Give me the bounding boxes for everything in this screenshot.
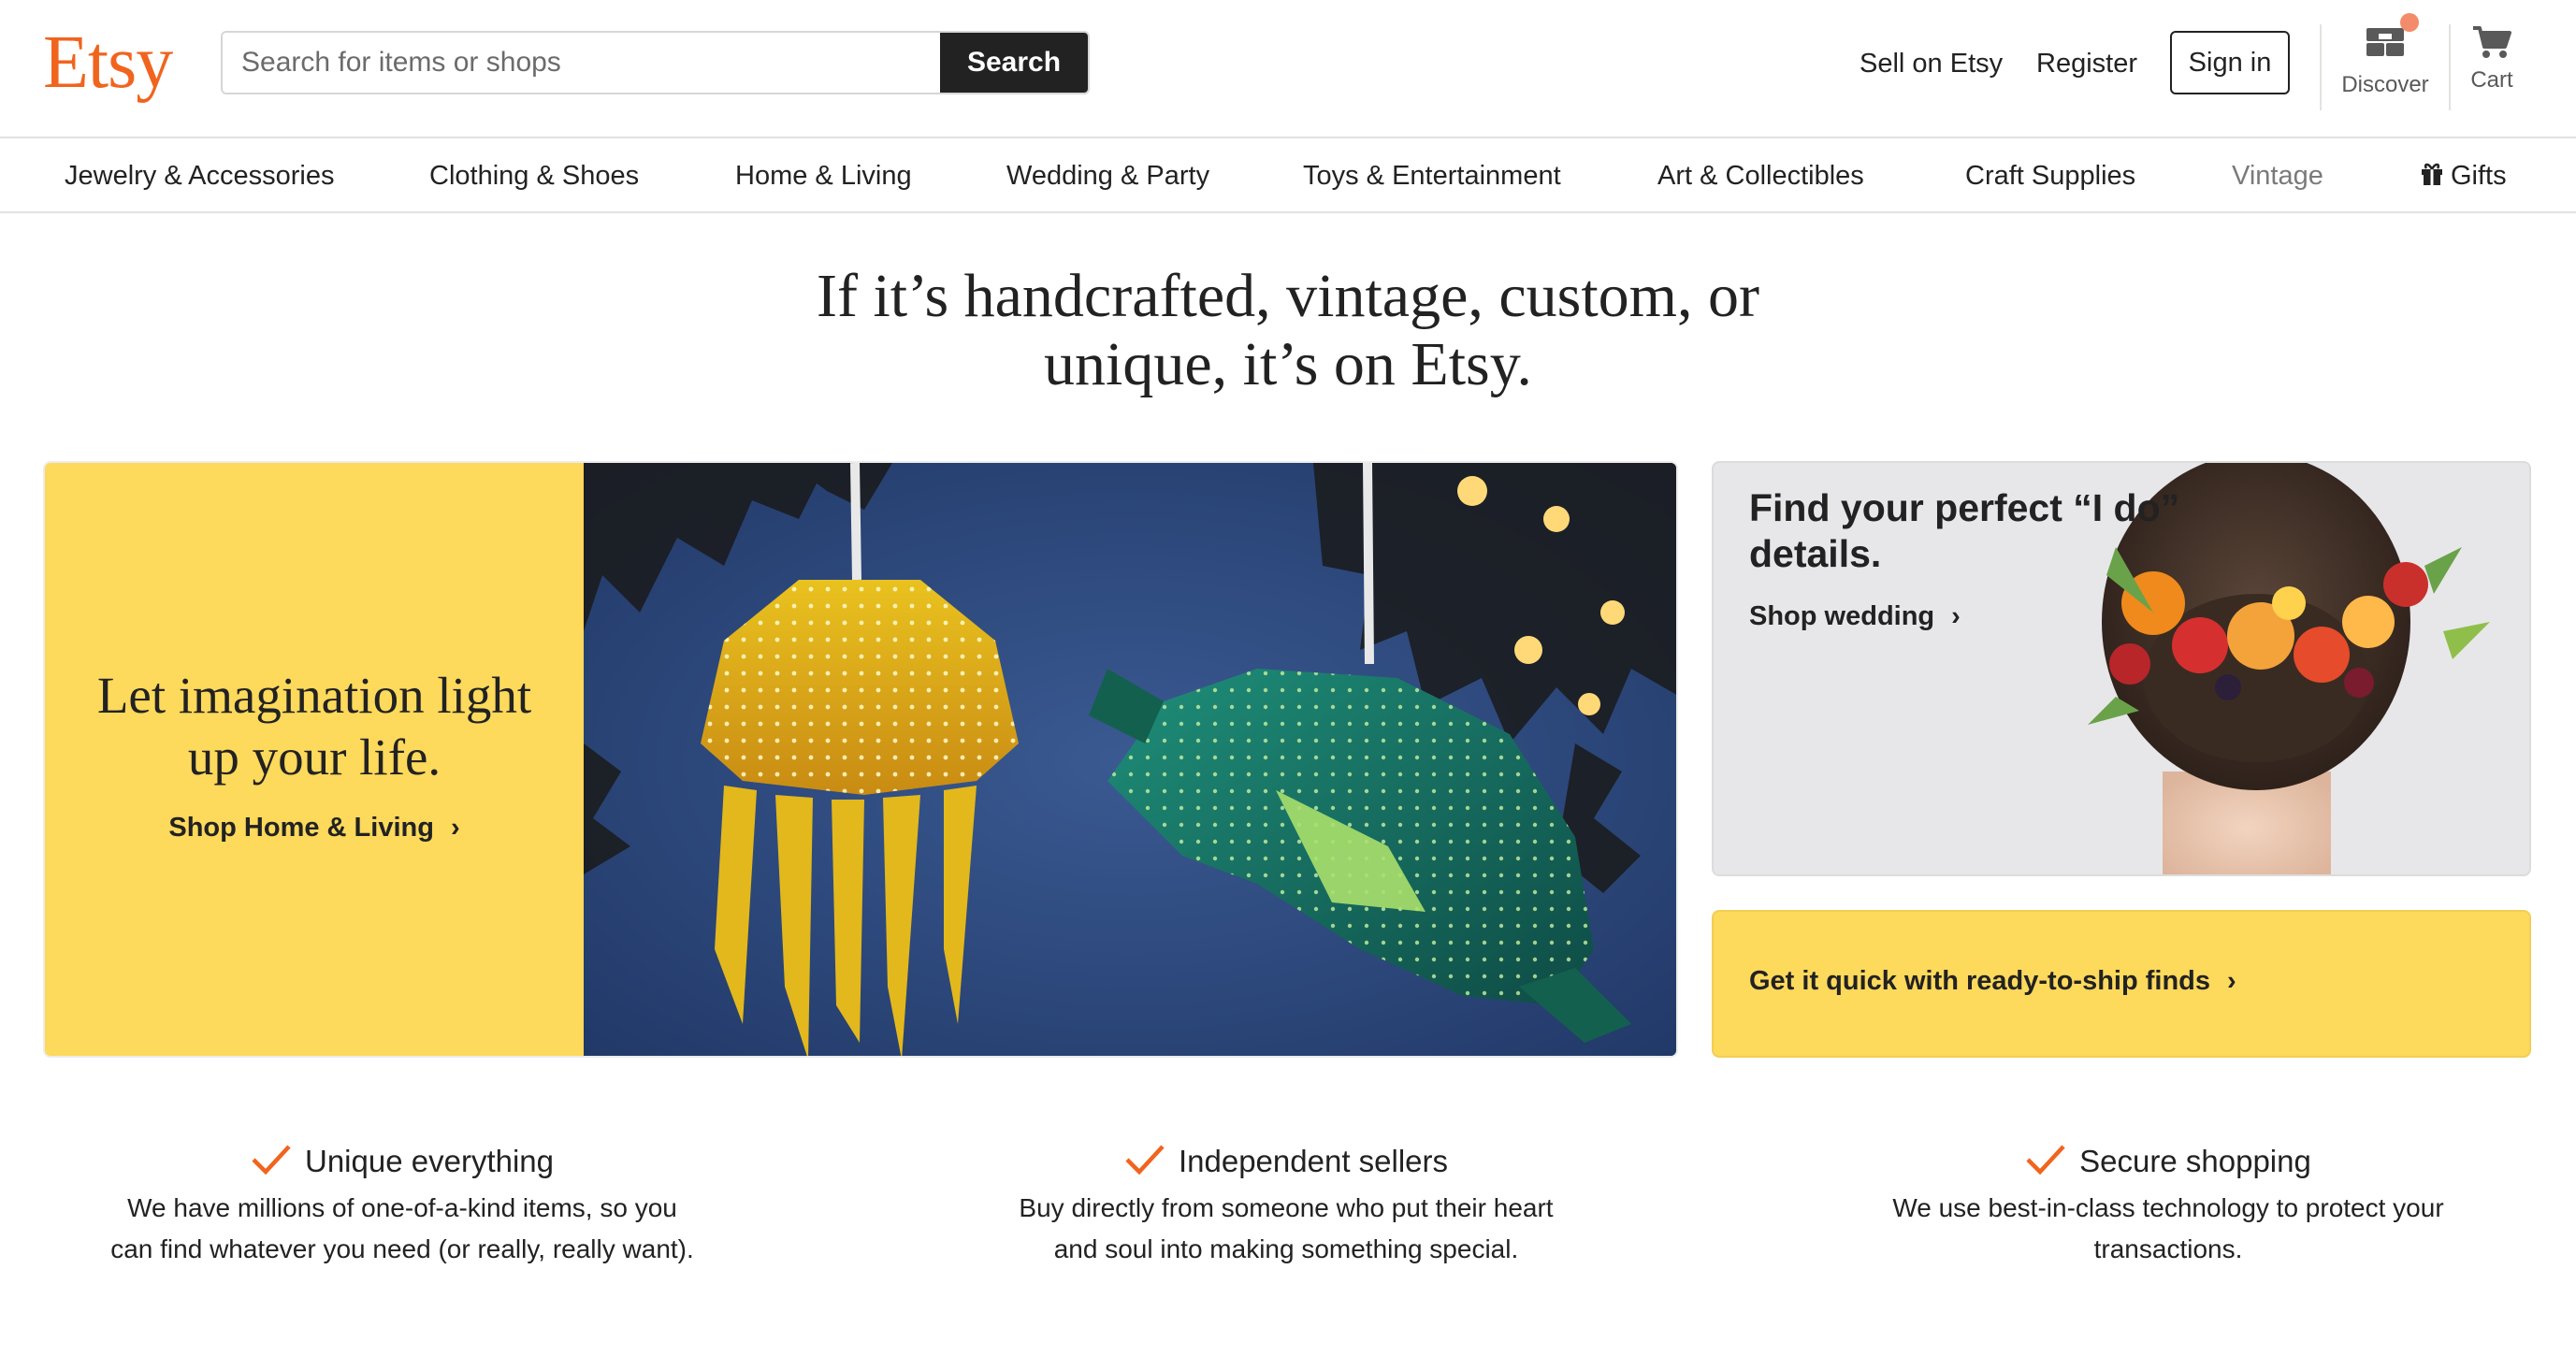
value-prop-description: We use best-in-class technology to prote… [1813, 1188, 2524, 1270]
wedding-title-line-2: details. [1749, 532, 1882, 575]
chevron-right-icon: › [1951, 601, 1961, 631]
hero-title-line-1: Let imagination light [96, 667, 532, 724]
ready-to-ship-card[interactable]: Get it quick with ready-to-ship finds › [1712, 910, 2531, 1058]
value-prop-description: Buy directly from someone who put their … [931, 1188, 1642, 1270]
discover-button[interactable]: Discover [2338, 13, 2432, 98]
checkmark-icon [252, 1145, 291, 1176]
value-prop-line: transactions. [2093, 1234, 2243, 1263]
value-prop-line: and soul into making something special. [1053, 1234, 1519, 1263]
hero-title: Let imagination light up your life. [45, 665, 584, 788]
wedding-title-line-1: Find your perfect “I do” [1749, 486, 2180, 529]
sell-on-etsy-link[interactable]: Sell on Etsy [1860, 41, 2003, 86]
wedding-card-title: Find your perfect “I do” details. [1749, 485, 2198, 577]
site-header: Etsy Search Sell on Etsy Register Sign i… [0, 0, 2576, 138]
hero-title-line-2: up your life. [187, 728, 441, 786]
category-art[interactable]: Art & Collectibles [1657, 157, 1864, 195]
header-divider [2449, 24, 2451, 110]
ready-to-ship-link[interactable]: Get it quick with ready-to-ship finds › [1749, 966, 2236, 997]
category-toys[interactable]: Toys & Entertainment [1303, 157, 1561, 195]
page-headline: If it’s handcrafted, vintage, custom, or… [0, 262, 2576, 398]
category-craft[interactable]: Craft Supplies [1965, 157, 2135, 195]
cart-label: Cart [2470, 67, 2513, 93]
etsy-logo[interactable]: Etsy [43, 21, 173, 105]
value-prop-secure: Secure shopping We use best-in-class tec… [1813, 1141, 2524, 1270]
category-jewelry[interactable]: Jewelry & Accessories [65, 157, 335, 195]
value-prop-title-text: Unique everything [305, 1144, 554, 1178]
search-input[interactable] [223, 33, 940, 93]
hero-lamps-image [584, 463, 1676, 1056]
value-prop-title-text: Independent sellers [1178, 1144, 1449, 1178]
checkmark-icon [2026, 1145, 2065, 1176]
hero-text-panel: Let imagination light up your life. Shop… [45, 463, 584, 1056]
value-prop-sellers: Independent sellers Buy directly from so… [931, 1141, 1642, 1270]
value-prop-title: Independent sellers [931, 1141, 1642, 1182]
cart-icon [2473, 26, 2511, 58]
chevron-right-icon: › [450, 813, 460, 843]
discover-icon [2366, 28, 2404, 56]
discover-icon-wrap [2365, 13, 2419, 65]
search-button[interactable]: Search [940, 33, 1088, 93]
discover-label: Discover [2341, 72, 2429, 97]
value-prop-line: can find whatever you need (or really, r… [110, 1234, 694, 1263]
wedding-promo-card[interactable]: Find your perfect “I do” details. Shop w… [1712, 461, 2531, 876]
gift-icon [2422, 164, 2442, 186]
category-gifts[interactable]: Gifts [2421, 157, 2507, 195]
value-prop-line: Buy directly from someone who put their … [1019, 1193, 1554, 1222]
ready-to-ship-label: Get it quick with ready-to-ship finds [1749, 966, 2211, 996]
hero-banner[interactable]: Let imagination light up your life. Shop… [43, 461, 1678, 1058]
sign-in-button[interactable]: Sign in [2170, 31, 2290, 94]
paper-lamps-illustration [584, 463, 1676, 1056]
shop-home-living-label: Shop Home & Living [168, 813, 434, 843]
value-prop-title: Secure shopping [1813, 1141, 2524, 1182]
value-prop-line: We use best-in-class technology to prote… [1892, 1193, 2444, 1222]
register-link[interactable]: Register [2036, 41, 2137, 86]
category-vintage[interactable]: Vintage [2232, 157, 2323, 195]
checkmark-icon [1125, 1145, 1165, 1176]
notification-dot [2400, 13, 2419, 32]
category-gifts-label: Gifts [2451, 161, 2507, 191]
value-prop-title: Unique everything [47, 1141, 758, 1182]
value-prop-line: We have millions of one-of-a-kind items,… [127, 1193, 677, 1222]
value-prop-title-text: Secure shopping [2079, 1144, 2311, 1178]
category-nav: Jewelry & Accessories Clothing & Shoes H… [0, 138, 2576, 213]
category-wedding[interactable]: Wedding & Party [1006, 157, 1209, 195]
shop-home-living-link[interactable]: Shop Home & Living › [45, 813, 584, 844]
headline-line-1: If it’s handcrafted, vintage, custom, or [816, 262, 1759, 330]
value-prop-unique: Unique everything We have millions of on… [47, 1141, 758, 1270]
chevron-right-icon: › [2227, 966, 2236, 996]
cart-button[interactable]: Cart [2462, 24, 2522, 94]
value-prop-description: We have millions of one-of-a-kind items,… [47, 1188, 758, 1270]
header-divider [2320, 24, 2322, 110]
search-bar: Search [221, 31, 1090, 94]
headline-line-2: unique, it’s on Etsy. [1044, 330, 1532, 398]
category-clothing[interactable]: Clothing & Shoes [429, 157, 639, 195]
category-home[interactable]: Home & Living [735, 157, 912, 195]
shop-wedding-label: Shop wedding [1749, 601, 1935, 631]
shop-wedding-link[interactable]: Shop wedding › [1749, 601, 1961, 632]
